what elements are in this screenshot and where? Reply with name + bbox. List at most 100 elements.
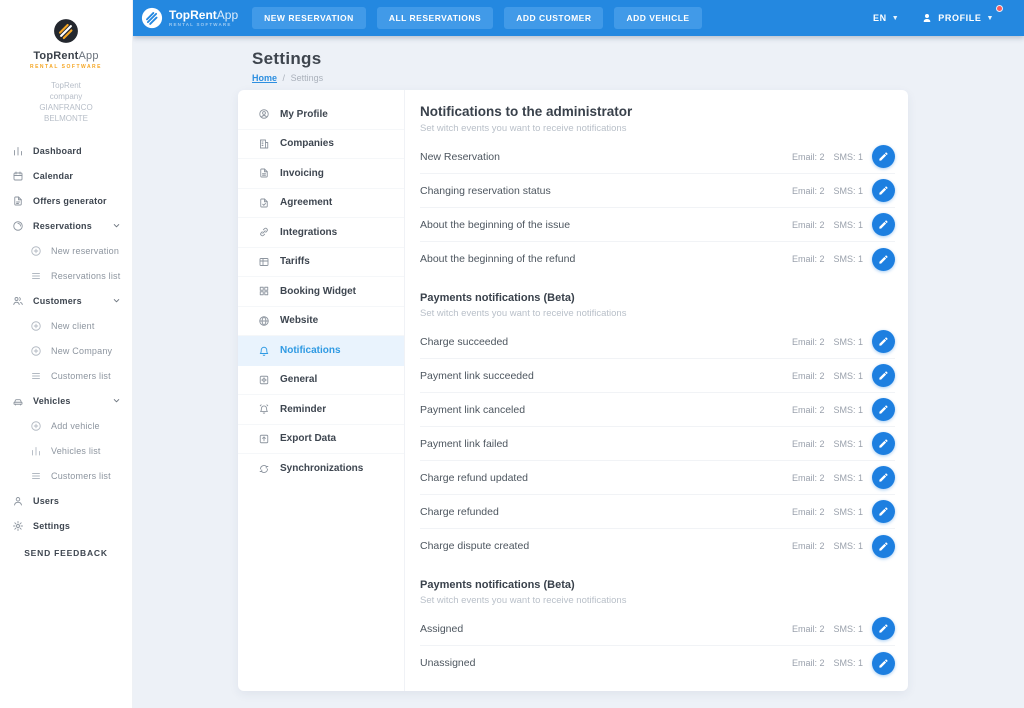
section-title: Payments notifications (Beta) xyxy=(420,579,895,591)
sidebar-item-add-vehicle[interactable]: Add vehicle xyxy=(0,413,132,438)
sms-count: SMS: 1 xyxy=(833,405,863,415)
topbar-brand[interactable]: TopRentApp RENTAL SOFTWARE xyxy=(141,7,238,29)
sidebar-item-offers-generator[interactable]: Offers generator xyxy=(0,188,132,213)
edit-notification-button[interactable] xyxy=(872,466,895,489)
sidebar-item-new-reservation[interactable]: New reservation xyxy=(0,238,132,263)
notification-rows: New ReservationEmail: 2SMS: 1Changing re… xyxy=(420,140,895,276)
sms-count: SMS: 1 xyxy=(833,541,863,551)
topbar-button-add-vehicle[interactable]: ADD VEHICLE xyxy=(614,7,701,29)
settings-tab-companies[interactable]: Companies xyxy=(238,130,404,160)
edit-notification-button[interactable] xyxy=(872,500,895,523)
edit-notification-button[interactable] xyxy=(872,432,895,455)
email-count: Email: 2 xyxy=(792,658,825,668)
section-subtitle: Set witch events you want to receive not… xyxy=(420,123,895,134)
settings-tab-notifications[interactable]: Notifications xyxy=(238,336,404,366)
edit-notification-button[interactable] xyxy=(872,364,895,387)
gear-icon xyxy=(12,520,24,532)
chevron-down-icon xyxy=(112,221,121,230)
settings-tab-website[interactable]: Website xyxy=(238,307,404,337)
account-line: BELMONTE xyxy=(0,113,132,124)
topbar-button-all-reservations[interactable]: ALL RESERVATIONS xyxy=(377,7,493,29)
sidebar-item-new-company[interactable]: New Company xyxy=(0,338,132,363)
language-selector[interactable]: EN ▼ xyxy=(873,13,899,23)
notification-label: Charge dispute created xyxy=(420,540,792,552)
sidebar-item-label: New reservation xyxy=(51,246,119,256)
page-title: Settings xyxy=(252,49,1024,69)
sidebar-item-customers-list[interactable]: Customers list xyxy=(0,363,132,388)
settings-tab-export-data[interactable]: Export Data xyxy=(238,425,404,455)
settings-tab-label: Notifications xyxy=(280,345,341,356)
settings-tab-invoicing[interactable]: Invoicing xyxy=(238,159,404,189)
sidebar-item-settings[interactable]: Settings xyxy=(0,513,132,538)
chevron-down-icon xyxy=(112,396,121,405)
email-count: Email: 2 xyxy=(792,439,825,449)
settings-tab-synchronizations[interactable]: Synchronizations xyxy=(238,454,404,484)
brand-name: TopRentApp xyxy=(33,50,98,62)
sidebar-item-vehicles[interactable]: Vehicles xyxy=(0,388,132,413)
sidebar-item-customers-list[interactable]: Customers list xyxy=(0,463,132,488)
topbar-button-add-customer[interactable]: ADD CUSTOMER xyxy=(504,7,603,29)
edit-notification-button[interactable] xyxy=(872,398,895,421)
section-subtitle: Set witch events you want to receive not… xyxy=(420,595,895,606)
notification-rows: AssignedEmail: 2SMS: 1UnassignedEmail: 2… xyxy=(420,612,895,680)
settings-tab-general[interactable]: General xyxy=(238,366,404,396)
sidebar-nav: DashboardCalendarOffers generatorReserva… xyxy=(0,138,132,538)
email-count: Email: 2 xyxy=(792,405,825,415)
settings-tab-integrations[interactable]: Integrations xyxy=(238,218,404,248)
sidebar-item-label: Vehicles list xyxy=(51,446,101,456)
account-line: TopRent xyxy=(0,80,132,91)
sms-count: SMS: 1 xyxy=(833,152,863,162)
notification-label: About the beginning of the issue xyxy=(420,219,792,231)
settings-tab-agreement[interactable]: Agreement xyxy=(238,189,404,219)
settings-tab-my-profile[interactable]: My Profile xyxy=(238,100,404,130)
edit-notification-button[interactable] xyxy=(872,330,895,353)
topbar-button-new-reservation[interactable]: NEW RESERVATION xyxy=(252,7,366,29)
breadcrumb-home-link[interactable]: Home xyxy=(252,73,277,83)
sidebar-item-label: Vehicles xyxy=(33,396,71,406)
settings-tab-reminder[interactable]: Reminder xyxy=(238,395,404,425)
notification-row: About the beginning of the refundEmail: … xyxy=(420,242,895,276)
edit-notification-button[interactable] xyxy=(872,248,895,271)
email-count: Email: 2 xyxy=(792,220,825,230)
sidebar-item-reservations[interactable]: Reservations xyxy=(0,213,132,238)
notification-badge xyxy=(996,5,1003,12)
sidebar-item-label: Reservations list xyxy=(51,271,120,281)
pencil-icon xyxy=(878,370,889,381)
sidebar-item-users[interactable]: Users xyxy=(0,488,132,513)
notification-label: Unassigned xyxy=(420,657,792,669)
notifications-content: Notifications to the administratorSet wi… xyxy=(405,90,908,691)
sidebar-item-dashboard[interactable]: Dashboard xyxy=(0,138,132,163)
list-icon xyxy=(30,270,42,282)
sidebar-item-new-client[interactable]: New client xyxy=(0,313,132,338)
sidebar-item-reservations-list[interactable]: Reservations list xyxy=(0,263,132,288)
pencil-icon xyxy=(878,404,889,415)
settings-tab-tariffs[interactable]: Tariffs xyxy=(238,248,404,278)
chevron-down-icon: ▼ xyxy=(892,15,900,22)
edit-notification-button[interactable] xyxy=(872,652,895,675)
edit-notification-button[interactable] xyxy=(872,145,895,168)
sidebar-item-vehicles-list[interactable]: Vehicles list xyxy=(0,438,132,463)
edit-notification-button[interactable] xyxy=(872,617,895,640)
breadcrumb: Home / Settings xyxy=(252,73,1024,83)
settings-tab-booking-widget[interactable]: Booking Widget xyxy=(238,277,404,307)
profile-menu[interactable]: PROFILE ▼ xyxy=(921,12,994,24)
brand-name-bold: TopRent xyxy=(33,50,78,62)
sms-count: SMS: 1 xyxy=(833,371,863,381)
edit-notification-button[interactable] xyxy=(872,179,895,202)
notification-label: Assigned xyxy=(420,623,792,635)
toprentapp-logo-icon xyxy=(53,18,79,44)
reminder-icon xyxy=(258,403,270,415)
settings-tab-label: Reminder xyxy=(280,404,326,415)
account-info: TopRent company GIANFRANCO BELMONTE xyxy=(0,80,132,124)
people-icon xyxy=(12,295,24,307)
edit-notification-button[interactable] xyxy=(872,213,895,236)
email-count: Email: 2 xyxy=(792,473,825,483)
sidebar-item-calendar[interactable]: Calendar xyxy=(0,163,132,188)
sidebar-item-label: Settings xyxy=(33,521,70,531)
pencil-icon xyxy=(878,254,889,265)
edit-notification-button[interactable] xyxy=(872,535,895,558)
general-icon xyxy=(258,374,270,386)
sidebar-item-customers[interactable]: Customers xyxy=(0,288,132,313)
send-feedback-button[interactable]: SEND FEEDBACK xyxy=(0,548,132,558)
sync-icon xyxy=(258,463,270,475)
